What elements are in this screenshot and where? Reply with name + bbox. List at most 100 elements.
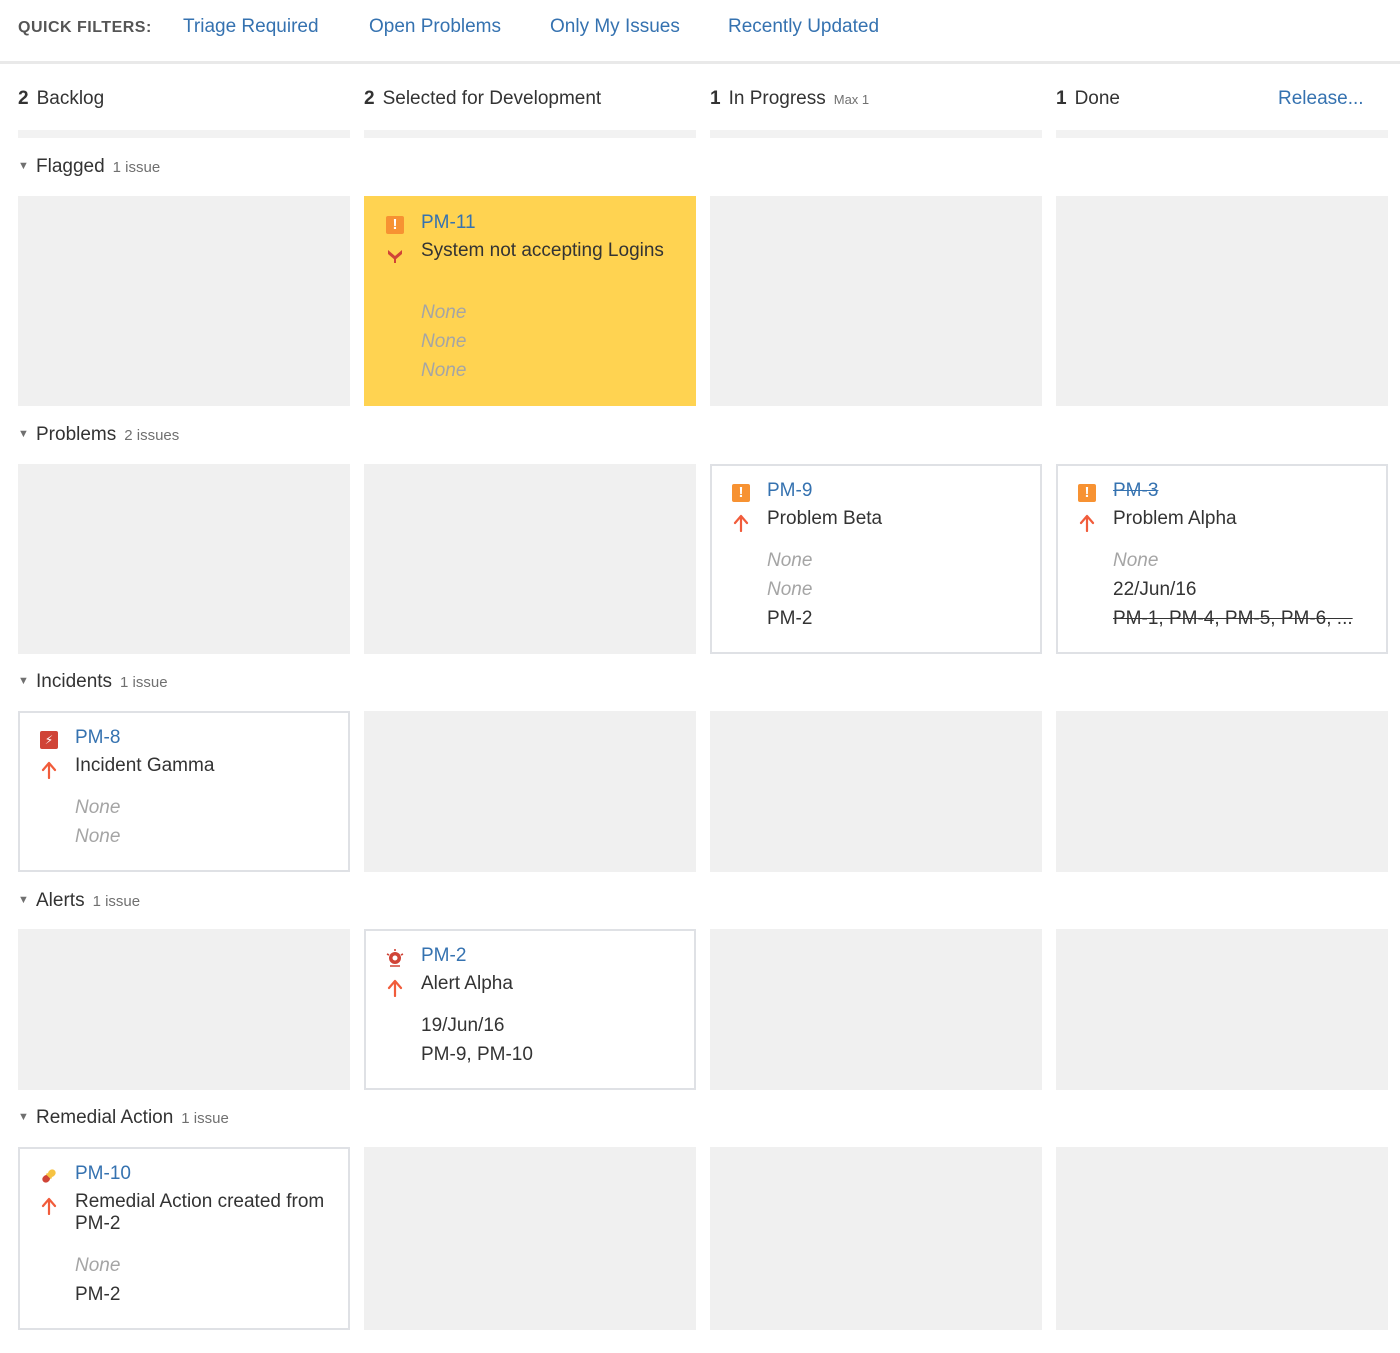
swimlane-issue-count: 1 issue <box>112 159 161 176</box>
card-field: None <box>75 797 121 818</box>
incident-type-icon <box>40 731 58 749</box>
card-field: None <box>421 302 467 323</box>
column-divider <box>364 130 696 138</box>
issue-key[interactable]: PM-10 <box>75 1163 131 1185</box>
column-count: 1 <box>1056 88 1067 109</box>
column-count: 1 <box>710 88 721 109</box>
chevron-down-icon: ▼ <box>18 428 29 440</box>
swimlane-name: Remedial Action <box>36 1107 174 1128</box>
problem-type-icon <box>732 484 750 502</box>
board-cell: PM-10 Remedial Action created from PM-2 … <box>18 1147 350 1330</box>
swimlane-header-remedial-action[interactable]: ▼ Remedial Action 1 issue <box>18 1107 229 1135</box>
priority-high-arrow-icon <box>387 979 403 997</box>
board-cell <box>18 196 350 406</box>
issue-key[interactable]: PM-3 <box>1113 480 1158 502</box>
issue-summary: Problem Alpha <box>1113 508 1237 529</box>
board-cell <box>1056 196 1388 406</box>
swimlane-header-alerts[interactable]: ▼ Alerts 1 issue <box>18 890 140 918</box>
pill-remedy-icon <box>42 1169 56 1183</box>
column-header-in-progress: 1 In Progress Max 1 <box>710 88 869 118</box>
priority-high-arrow-icon <box>1079 514 1095 532</box>
column-header-done: 1 Done <box>1056 88 1120 118</box>
issue-card-pm-3[interactable]: PM-3 Problem Alpha None 22/Jun/16 PM-1, … <box>1056 464 1388 654</box>
card-field: None <box>75 826 121 847</box>
column-header-selected-for-development: 2 Selected for Development <box>364 88 601 118</box>
issue-summary: Incident Gamma <box>75 755 215 776</box>
issue-summary: Remedial Action created from PM-2 <box>75 1191 325 1234</box>
swimlane-header-incidents[interactable]: ▼ Incidents 1 issue <box>18 671 168 699</box>
column-divider <box>18 130 350 138</box>
card-field-linked-issues: PM-2 <box>767 608 813 629</box>
problem-type-icon <box>386 216 404 234</box>
issue-card-pm-8[interactable]: PM-8 Incident Gamma None None <box>18 711 350 872</box>
issue-summary: Problem Beta <box>767 508 883 529</box>
priority-highest-icon <box>388 250 402 263</box>
column-header-backlog: 2 Backlog <box>18 88 104 118</box>
chevron-down-icon: ▼ <box>18 160 29 172</box>
priority-high-arrow-icon <box>41 761 57 779</box>
card-field: None <box>767 579 813 600</box>
issue-key[interactable]: PM-2 <box>421 945 466 967</box>
issue-summary: System not accepting Logins <box>421 240 664 261</box>
board-cell <box>710 929 1042 1090</box>
board-cell <box>364 711 696 872</box>
board-cell <box>364 1147 696 1330</box>
card-field: None <box>1113 550 1159 571</box>
swimlane-name: Alerts <box>36 890 85 911</box>
swimlane-name: Incidents <box>36 671 113 692</box>
quick-filters-label: QUICK FILTERS: <box>18 19 152 36</box>
column-name: Done <box>1074 88 1120 109</box>
quick-filter-only-my-issues[interactable]: Only My Issues <box>550 16 680 38</box>
problem-type-icon <box>1078 484 1096 502</box>
issue-key[interactable]: PM-11 <box>421 212 476 234</box>
priority-high-arrow-icon <box>41 1197 57 1215</box>
board-cell <box>18 929 350 1090</box>
card-field-date: 22/Jun/16 <box>1113 579 1197 600</box>
column-divider <box>1056 130 1388 138</box>
quick-filters-bar: QUICK FILTERS: Triage Required Open Prob… <box>0 0 1400 64</box>
issue-summary: Alert Alpha <box>421 973 513 994</box>
swimlane-issue-count: 1 issue <box>92 893 141 910</box>
quick-filter-triage-required[interactable]: Triage Required <box>183 16 319 38</box>
card-field: None <box>767 550 813 571</box>
swimlane-issue-count: 2 issues <box>124 427 180 444</box>
column-count: 2 <box>364 88 375 109</box>
issue-key[interactable]: PM-9 <box>767 480 812 502</box>
column-divider <box>710 130 1042 138</box>
chevron-down-icon: ▼ <box>18 894 29 906</box>
card-field: None <box>75 1255 121 1276</box>
swimlane-name: Flagged <box>36 156 105 177</box>
board-cell <box>18 464 350 654</box>
swimlane-issue-count: 1 issue <box>181 1110 229 1127</box>
priority-high-arrow-icon <box>733 514 749 532</box>
issue-card-pm-9[interactable]: PM-9 Problem Beta None None PM-2 <box>710 464 1042 654</box>
quick-filter-open-problems[interactable]: Open Problems <box>369 16 501 38</box>
card-field: None <box>421 360 467 381</box>
column-name: In Progress <box>728 88 826 109</box>
alert-siren-icon <box>386 949 404 967</box>
board-cell <box>364 464 696 654</box>
issue-card-pm-2[interactable]: PM-2 Alert Alpha 19/Jun/16 PM-9, PM-10 <box>364 929 696 1090</box>
issue-card-pm-11[interactable]: PM-11 System not accepting Logins None N… <box>364 196 696 406</box>
board-cell <box>1056 929 1388 1090</box>
board-cell <box>1056 1147 1388 1330</box>
swimlane-issue-count: 1 issue <box>120 674 168 691</box>
column-name: Backlog <box>36 88 105 109</box>
column-name: Selected for Development <box>382 88 602 109</box>
card-field-linked-issues: PM-9, PM-10 <box>421 1044 533 1065</box>
board-cell: PM-3 Problem Alpha None 22/Jun/16 PM-1, … <box>1056 464 1388 654</box>
board-cell: PM-9 Problem Beta None None PM-2 <box>710 464 1042 654</box>
quick-filter-recently-updated[interactable]: Recently Updated <box>728 16 879 38</box>
issue-card-pm-10[interactable]: PM-10 Remedial Action created from PM-2 … <box>18 1147 350 1330</box>
chevron-down-icon: ▼ <box>18 1111 29 1123</box>
board-cell <box>710 1147 1042 1330</box>
release-link[interactable]: Release... <box>1278 88 1364 110</box>
board-cell: PM-2 Alert Alpha 19/Jun/16 PM-9, PM-10 <box>364 929 696 1090</box>
swimlane-header-problems[interactable]: ▼ Problems 2 issues <box>18 424 179 452</box>
swimlane-header-flagged[interactable]: ▼ Flagged 1 issue <box>18 156 160 184</box>
issue-key[interactable]: PM-8 <box>75 727 120 749</box>
card-field-date: 19/Jun/16 <box>421 1015 505 1036</box>
board-cell: PM-11 System not accepting Logins None N… <box>364 196 696 406</box>
board-cell <box>710 196 1042 406</box>
column-count: 2 <box>18 88 29 109</box>
